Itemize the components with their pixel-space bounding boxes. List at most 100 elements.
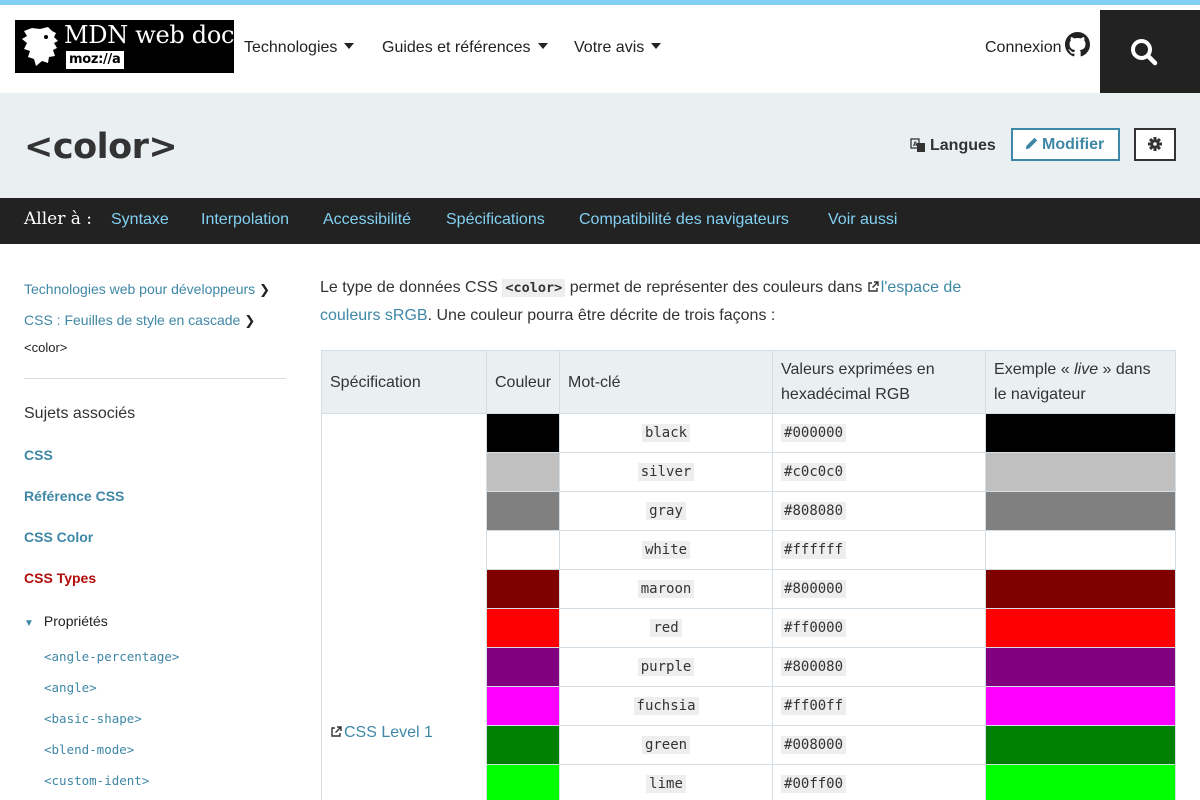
jump-link-syntax[interactable]: Syntaxe bbox=[111, 211, 169, 229]
live-example-swatch bbox=[985, 452, 1176, 492]
triangle-down-icon: ▼ bbox=[24, 618, 34, 629]
nav-guides-label: Guides et références bbox=[382, 39, 531, 56]
jump-to-bar: Aller à : Syntaxe Interpolation Accessib… bbox=[0, 198, 1200, 244]
jump-link-specifications[interactable]: Spécifications bbox=[446, 211, 545, 229]
nav-feedback[interactable]: Votre avis bbox=[574, 39, 662, 57]
spec-link[interactable]: CSS Level 1 bbox=[344, 724, 433, 741]
col-header-live-text: Exemple « bbox=[994, 361, 1075, 378]
external-link-icon bbox=[331, 726, 342, 737]
breadcrumb-web-tech-label: Technologies web pour développeurs bbox=[24, 281, 256, 297]
caret-down-icon bbox=[344, 43, 355, 49]
live-example-swatch bbox=[985, 530, 1176, 570]
settings-button[interactable] bbox=[1134, 128, 1176, 161]
signin-link[interactable]: Connexion bbox=[985, 39, 1062, 57]
color-swatch bbox=[485, 452, 561, 492]
pencil-icon bbox=[1025, 137, 1038, 150]
sidebar-type-link[interactable]: <custom-ident> bbox=[44, 773, 149, 788]
github-icon[interactable] bbox=[1065, 32, 1090, 57]
keyword-code: lime bbox=[646, 775, 686, 793]
hex-cell: #800000 bbox=[772, 569, 987, 609]
search-button[interactable] bbox=[1100, 10, 1200, 98]
sidebar-link-css-color[interactable]: CSS Color bbox=[24, 529, 93, 545]
svg-text:A: A bbox=[913, 141, 918, 148]
hex-cell: #008000 bbox=[772, 725, 987, 765]
hex-cell: #800080 bbox=[772, 647, 987, 687]
color-keywords-table: Spécification Couleur Mot-clé Valeurs ex… bbox=[321, 350, 1176, 800]
color-swatch bbox=[485, 686, 561, 726]
hex-code: #00ff00 bbox=[781, 775, 847, 793]
jump-label: Aller à : bbox=[24, 209, 93, 229]
external-link-icon bbox=[868, 281, 879, 292]
keyword-cell: silver bbox=[559, 452, 774, 492]
edit-label: Modifier bbox=[1042, 136, 1105, 153]
jump-link-accessibility[interactable]: Accessibilité bbox=[323, 211, 411, 229]
col-header-spec: Spécification bbox=[321, 350, 487, 414]
table-row: CSS Level 1 black #000000 bbox=[321, 413, 1176, 800]
sidebar-type-link[interactable]: <basic-shape> bbox=[44, 711, 142, 726]
keyword-cell: maroon bbox=[559, 569, 774, 609]
nav-guides[interactable]: Guides et références bbox=[382, 39, 548, 57]
keyword-code: white bbox=[641, 541, 691, 559]
jump-link-compatibility[interactable]: Compatibilité des navigateurs bbox=[579, 211, 789, 229]
logo-text: MDN web docs bbox=[64, 21, 247, 49]
breadcrumb-web-tech[interactable]: Technologies web pour développeurs ❯ bbox=[24, 281, 270, 298]
nav-technologies-label: Technologies bbox=[244, 39, 338, 56]
page-title: <color> bbox=[24, 127, 178, 167]
search-icon bbox=[1131, 39, 1158, 66]
hex-code: #ffffff bbox=[781, 541, 847, 559]
hex-code: #800000 bbox=[781, 580, 847, 598]
hex-code: #008000 bbox=[781, 736, 847, 754]
sidebar-type-link[interactable]: <angle-percentage> bbox=[44, 649, 179, 664]
keyword-code: black bbox=[641, 424, 691, 442]
keyword-code: red bbox=[650, 619, 682, 637]
keyword-code: maroon bbox=[637, 580, 695, 598]
hex-cell: #ffffff bbox=[772, 530, 987, 570]
color-swatch bbox=[485, 491, 561, 531]
breadcrumb-css[interactable]: CSS : Feuilles de style en cascade ❯ bbox=[24, 312, 255, 329]
hex-cell: #ff0000 bbox=[772, 608, 987, 648]
hex-cell: #000000 bbox=[772, 413, 987, 453]
keyword-cell: green bbox=[559, 725, 774, 765]
sidebar-link-css-reference[interactable]: Référence CSS bbox=[24, 488, 124, 504]
mozilla-wordmark: moz://a bbox=[66, 51, 124, 69]
keyword-code: purple bbox=[637, 658, 695, 676]
hex-cell: #c0c0c0 bbox=[772, 452, 987, 492]
keyword-cell: black bbox=[559, 413, 774, 453]
keyword-code: fuchsia bbox=[633, 697, 699, 715]
keyword-code: silver bbox=[637, 463, 695, 481]
sidebar-type-link[interactable]: <blend-mode> bbox=[44, 742, 134, 757]
table-header-row: Spécification Couleur Mot-clé Valeurs ex… bbox=[321, 350, 1176, 414]
sidebar-link-css-types[interactable]: CSS Types bbox=[24, 570, 96, 586]
col-header-live: Exemple « live » dans le navigateur bbox=[985, 350, 1176, 414]
nav-technologies[interactable]: Technologies bbox=[244, 39, 355, 57]
mdn-logo[interactable]: MDN web docs moz://a bbox=[15, 20, 246, 73]
breadcrumb-current: <color> bbox=[24, 340, 68, 355]
properties-toggle[interactable]: ▼ Propriétés bbox=[24, 613, 108, 629]
keyword-code: gray bbox=[646, 502, 686, 520]
sidebar-link-css[interactable]: CSS bbox=[24, 447, 53, 463]
spec-cell: CSS Level 1 bbox=[321, 413, 487, 800]
gear-icon bbox=[1148, 137, 1162, 151]
jump-link-interpolation[interactable]: Interpolation bbox=[201, 211, 289, 229]
sidebar-divider bbox=[24, 378, 286, 379]
chevron-right-icon: ❯ bbox=[259, 282, 271, 297]
keyword-cell: red bbox=[559, 608, 774, 648]
color-swatch bbox=[485, 569, 561, 609]
color-swatch bbox=[485, 725, 561, 765]
languages-button[interactable]: A Langues bbox=[910, 137, 996, 155]
live-example-swatch bbox=[985, 491, 1176, 531]
live-example-swatch bbox=[985, 686, 1176, 726]
keyword-cell: white bbox=[559, 530, 774, 570]
hex-code: #808080 bbox=[781, 502, 847, 520]
col-header-color: Couleur bbox=[485, 350, 561, 414]
live-example-swatch bbox=[985, 413, 1176, 453]
color-swatch bbox=[485, 530, 561, 570]
color-swatch bbox=[485, 608, 561, 648]
col-header-hex: Valeurs exprimées en hexadécimal RGB bbox=[772, 350, 987, 414]
live-example-swatch bbox=[985, 647, 1176, 687]
intro-text: Le type de données CSS bbox=[320, 279, 503, 296]
sidebar-type-link[interactable]: <angle> bbox=[44, 680, 97, 695]
jump-link-see-also[interactable]: Voir aussi bbox=[828, 211, 897, 229]
edit-button[interactable]: Modifier bbox=[1011, 128, 1120, 161]
hex-code: #c0c0c0 bbox=[781, 463, 847, 481]
